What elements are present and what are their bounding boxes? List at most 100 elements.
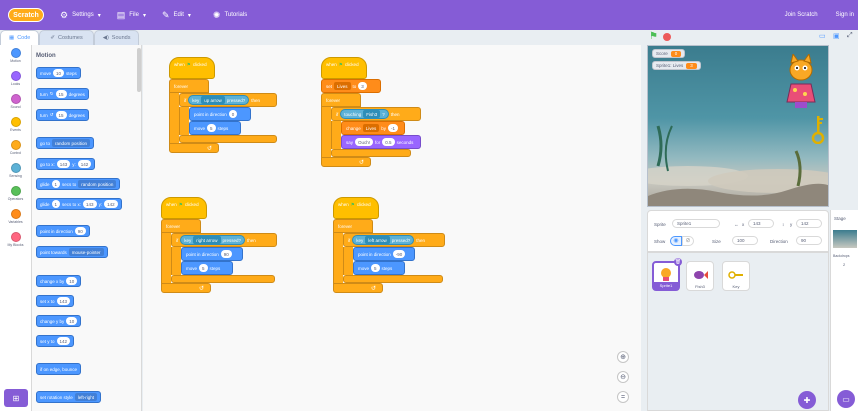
block-input[interactable]: 10 xyxy=(53,69,65,77)
block-input[interactable]: 3 xyxy=(358,82,367,90)
key-sprite[interactable] xyxy=(810,114,826,144)
block-input[interactable]: 142 xyxy=(56,337,71,345)
zoom-out-button[interactable]: ⊖ xyxy=(617,371,629,383)
change-variable-block[interactable]: change Lives by -1 xyxy=(341,121,405,135)
sprite-thumb-key[interactable]: Key xyxy=(722,261,750,291)
small-stage-button[interactable]: ▭ xyxy=(819,32,826,40)
stop-button[interactable] xyxy=(663,33,671,41)
set-x-block[interactable]: set x to 143 xyxy=(36,295,75,307)
if-then-block[interactable]: if key right arrow pressed? then xyxy=(171,233,277,247)
point-direction-block[interactable]: point in direction 90 xyxy=(181,247,243,261)
block-input[interactable]: 5 xyxy=(207,124,216,132)
scratch-logo[interactable]: Scratch xyxy=(8,8,44,22)
hide-sprite-button[interactable]: ⊘ xyxy=(682,236,694,246)
point-direction-block[interactable]: point in direction 0 xyxy=(189,107,251,121)
normal-stage-button[interactable]: ▣ xyxy=(833,32,840,40)
block-input[interactable]: 1 xyxy=(51,180,61,188)
category-control[interactable]: Control xyxy=(0,140,31,160)
turn-right-block[interactable]: turn ↻ 15 degrees xyxy=(36,88,89,100)
category-events[interactable]: Events xyxy=(0,117,31,137)
script-right-arrow[interactable]: when ⚑ clicked forever if key right arrow pre… xyxy=(161,197,277,293)
block-dropdown[interactable]: right arrow xyxy=(193,236,221,244)
when-flag-clicked-block[interactable]: when ⚑ clicked xyxy=(161,197,207,219)
point-direction-block[interactable]: point in direction 90 xyxy=(36,225,90,237)
block-dropdown[interactable]: up arrow xyxy=(201,96,225,104)
move-steps-block[interactable]: move 5 steps xyxy=(181,261,233,275)
forever-block[interactable]: forever xyxy=(161,219,201,233)
set-variable-block[interactable]: set Lives to 3 xyxy=(321,79,381,93)
touching-block[interactable]: touching Fish3? xyxy=(340,109,389,119)
direction-input[interactable]: 90 xyxy=(796,236,822,245)
sprite-name-input[interactable]: Sprite1 xyxy=(672,219,720,228)
block-dropdown[interactable]: Lives xyxy=(362,124,380,132)
choose-sprite-button[interactable]: ✚ xyxy=(798,391,816,409)
move-steps-block[interactable]: move 5 steps xyxy=(189,121,241,135)
green-flag-button[interactable]: ⚑ xyxy=(649,31,658,42)
category-my-blocks[interactable]: My Blocks xyxy=(0,232,31,252)
block-input[interactable]: 5 xyxy=(371,264,380,272)
block-dropdown[interactable]: Lives xyxy=(334,82,351,90)
y-position-input[interactable]: 142 xyxy=(796,219,822,228)
x-position-input[interactable]: 143 xyxy=(748,219,774,228)
show-sprite-button[interactable]: ◉ xyxy=(670,236,682,246)
go-to-xy-block[interactable]: go to x: 143 y: 142 xyxy=(36,158,96,170)
tab-sounds[interactable]: ◀) Sounds xyxy=(93,30,140,45)
stage-target-pane[interactable]: Stage Backdrops 2 ▭ xyxy=(830,210,858,411)
block-input[interactable]: 10 xyxy=(66,317,78,325)
block-input[interactable]: 143 xyxy=(56,160,71,168)
if-then-block[interactable]: if key left arrow pressed? then xyxy=(343,233,445,247)
when-flag-clicked-block[interactable]: when ⚑ clicked xyxy=(333,197,379,219)
size-input[interactable]: 100 xyxy=(732,236,758,245)
when-flag-clicked-block[interactable]: when ⚑ clicked xyxy=(321,57,367,79)
turn-left-block[interactable]: turn ↺ 15 degrees xyxy=(36,109,89,121)
block-input[interactable]: 143 xyxy=(83,200,97,208)
block-dropdown[interactable]: left-right xyxy=(74,393,98,401)
cat-sprite[interactable] xyxy=(781,54,821,114)
block-input[interactable]: Ouch! xyxy=(355,138,374,146)
settings-menu[interactable]: ⚙ Settings ▾ xyxy=(60,10,101,21)
move-steps-block[interactable]: move 5 steps xyxy=(353,261,405,275)
block-input[interactable]: -1 xyxy=(388,124,399,132)
set-y-block[interactable]: set y to 142 xyxy=(36,335,75,347)
rotation-style-block[interactable]: set rotation style left-right xyxy=(36,391,102,403)
glide-xy-block[interactable]: glide 1 secs to x: 143 y: 142 xyxy=(36,198,122,210)
block-input[interactable]: 142 xyxy=(104,200,118,208)
forever-block[interactable]: forever xyxy=(333,219,373,233)
script-left-arrow[interactable]: when ⚑ clicked forever if key left arrow pres… xyxy=(333,197,445,293)
category-sensing[interactable]: Sensing xyxy=(0,163,31,183)
point-direction-block[interactable]: point in direction -90 xyxy=(353,247,415,261)
block-input[interactable]: 5 xyxy=(199,264,208,272)
change-x-block[interactable]: change x by 10 xyxy=(36,275,82,287)
block-dropdown[interactable]: Fish3 xyxy=(363,110,381,118)
add-extension-button[interactable]: ⊞ xyxy=(4,389,28,407)
category-variables[interactable]: Variables xyxy=(0,209,31,229)
block-dropdown[interactable]: left arrow xyxy=(365,236,390,244)
stage-canvas[interactable]: Score 0 Sprite1: Lives 3 xyxy=(647,45,829,207)
if-then-block[interactable]: if key up arrow pressed? then xyxy=(179,93,277,107)
block-dropdown[interactable]: random position xyxy=(78,180,117,188)
say-for-block[interactable]: say Ouch! for 0.5 seconds xyxy=(341,135,421,149)
block-input[interactable]: 10 xyxy=(66,277,78,285)
block-dropdown[interactable]: mouse-pointer xyxy=(68,248,104,256)
block-input[interactable]: 90 xyxy=(74,227,86,235)
block-input[interactable]: 15 xyxy=(55,90,67,98)
edit-menu[interactable]: ✎ Edit ▾ xyxy=(162,10,191,21)
sign-in-link[interactable]: Sign in xyxy=(836,12,854,18)
category-operators[interactable]: Operators xyxy=(0,186,31,206)
category-looks[interactable]: Looks xyxy=(0,71,31,91)
sprite-thumb-fish3[interactable]: Fish3 xyxy=(686,261,714,291)
forever-block[interactable]: forever xyxy=(169,79,209,93)
fullscreen-button[interactable]: ⤢ xyxy=(847,32,853,40)
block-input[interactable]: 90 xyxy=(220,250,232,258)
glide-to-block[interactable]: glide 1 secs to random position xyxy=(36,178,121,190)
block-input[interactable]: 1 xyxy=(51,200,61,208)
block-input[interactable]: 142 xyxy=(77,160,92,168)
go-to-block[interactable]: go to random position xyxy=(36,137,95,149)
bounce-block[interactable]: if on edge, bounce xyxy=(36,363,82,375)
code-area[interactable]: when ⚑ clicked forever if key up arrow presse… xyxy=(143,45,641,411)
delete-sprite-button[interactable]: 🗑 xyxy=(674,258,682,266)
tab-code[interactable]: ▦ Code xyxy=(0,30,40,45)
block-input[interactable]: 15 xyxy=(55,111,67,119)
tutorials-menu[interactable]: ✺ Tutorials xyxy=(213,10,247,21)
block-input[interactable]: -90 xyxy=(392,250,406,258)
